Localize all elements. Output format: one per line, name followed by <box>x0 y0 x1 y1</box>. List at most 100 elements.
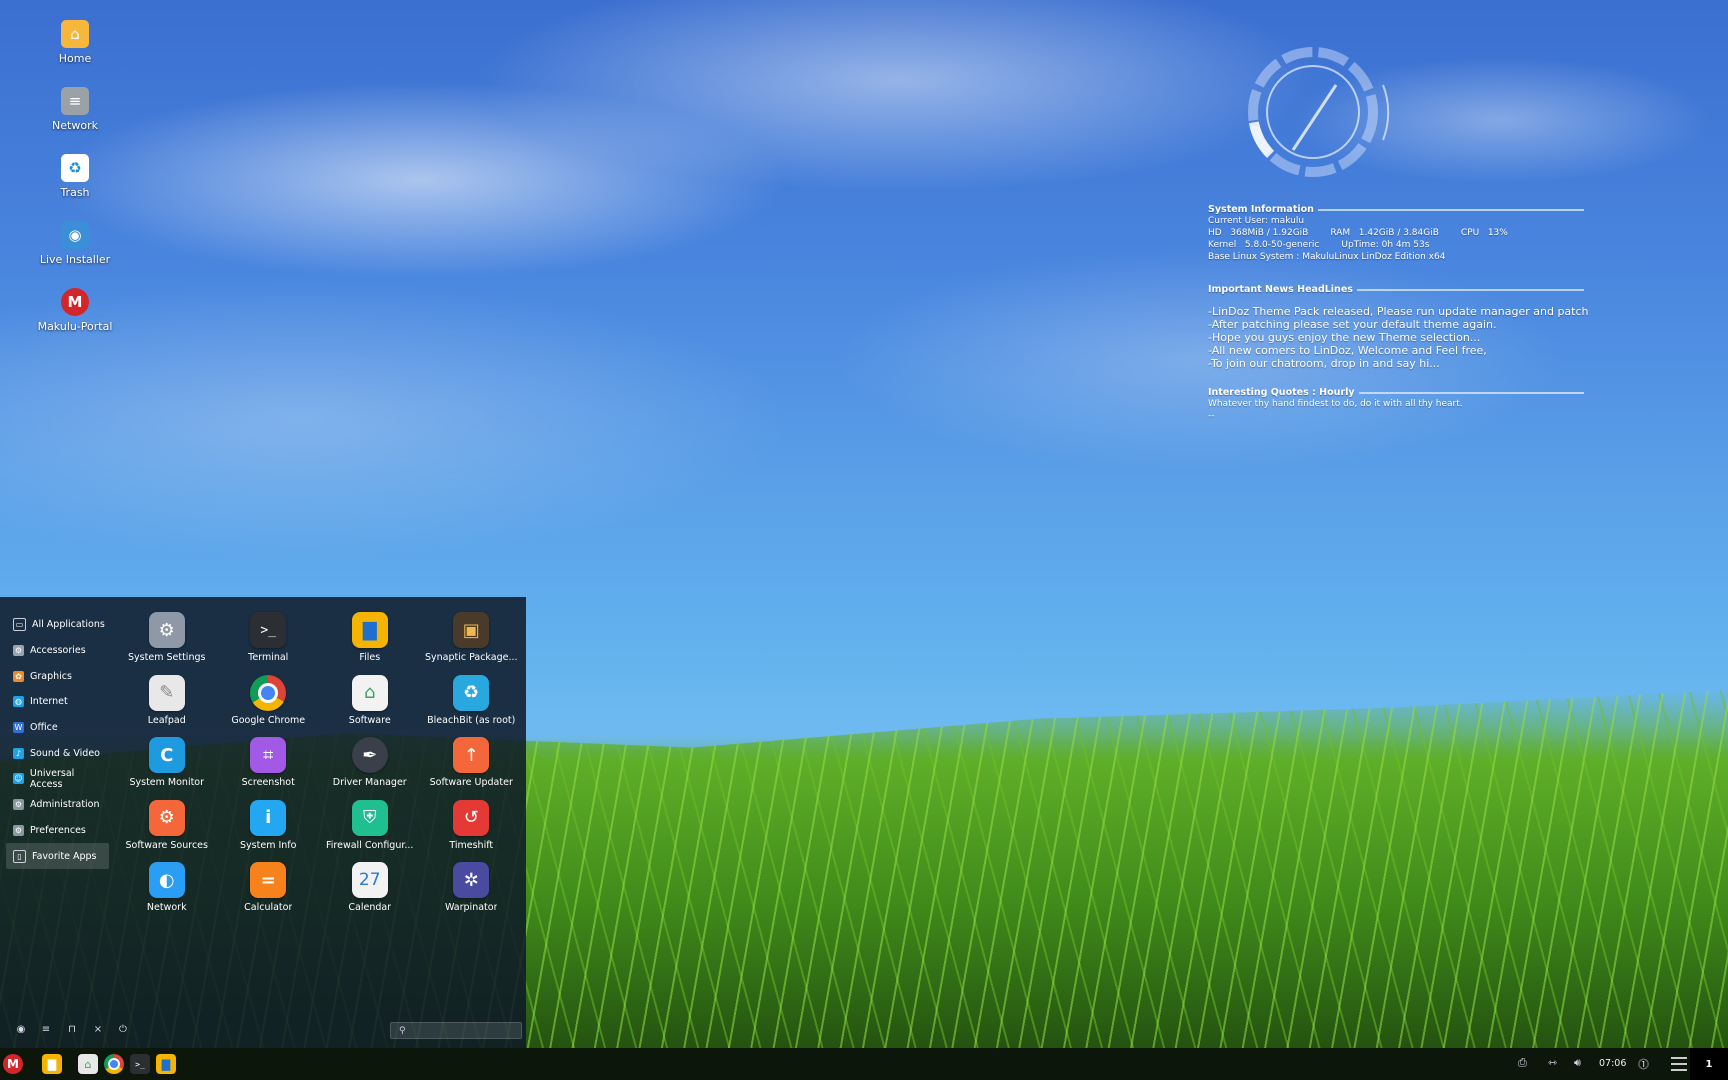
accessories-icon: ⚙ <box>13 645 24 657</box>
news-item: -All new comers to LinDoz, Welcome and F… <box>1208 344 1487 357</box>
timeshift-icon: ↺ <box>453 799 490 836</box>
calculator-icon: = <box>250 862 287 899</box>
menu-settings-button[interactable]: ≡ <box>38 1021 54 1037</box>
app-leafpad[interactable]: ✎ Leafpad <box>116 674 218 738</box>
category-label: Preferences <box>30 824 86 836</box>
category-internet[interactable]: ◍ Internet <box>6 689 109 715</box>
calendar-icon: 27 <box>351 862 388 899</box>
ram-value: 1.42GiB / 3.84GiB <box>1358 228 1439 238</box>
app-label: System Info <box>240 839 297 851</box>
cpu-label: CPU <box>1460 228 1480 238</box>
quote-text: Whatever thy hand findest to do, do it w… <box>1208 399 1463 409</box>
app-firewall[interactable]: ⛨ Firewall Configur... <box>319 799 421 863</box>
taskbar-files-button[interactable]: ▇ <box>42 1054 62 1074</box>
app-driver-manager[interactable]: ✒ Driver Manager <box>319 737 421 800</box>
bleachbit-icon: ♻ <box>453 674 490 711</box>
desktop-icon-live-installer[interactable]: ◉ Live Installer <box>30 221 120 288</box>
app-system-monitor[interactable]: C System Monitor <box>116 737 218 800</box>
user-account-button[interactable]: ◉ <box>13 1021 29 1037</box>
desktop-icons: ⌂ Home ≡ Network ♻ Trash ◉ Live Installe… <box>30 20 120 355</box>
category-administration[interactable]: ⚙ Administration <box>6 792 109 818</box>
app-calculator[interactable]: = Calculator <box>218 862 320 925</box>
app-system-settings[interactable]: ⚙ System Settings <box>116 612 218 675</box>
system-info-section: System Information Current User: makulu … <box>1208 204 1584 263</box>
desktop-icon-makulu-portal[interactable]: M Makulu-Portal <box>30 288 120 355</box>
app-terminal[interactable]: >_ Terminal <box>218 612 320 675</box>
category-label: Administration <box>30 799 100 811</box>
quotes-title: Interesting Quotes : Hourly <box>1208 387 1355 398</box>
desktop-icon-label: Network <box>52 119 98 132</box>
category-sound-video[interactable]: ♪ Sound & Video <box>6 740 109 766</box>
category-office[interactable]: W Office <box>6 715 109 741</box>
cpu-gauge-fill <box>1248 121 1275 158</box>
desktop-icon-label: Live Installer <box>39 253 111 266</box>
app-bleachbit[interactable]: ♻ BleachBit (as root) <box>421 674 523 738</box>
category-universal-access[interactable]: ☺ Universal Access <box>6 766 109 792</box>
desktop-icon-network[interactable]: ≡ Network <box>30 87 120 154</box>
power-button[interactable]: ⏻ <box>115 1021 131 1037</box>
printer-icon: ⎙ <box>1518 1056 1527 1069</box>
app-files[interactable]: ▇ Files <box>319 612 421 675</box>
app-calendar[interactable]: 27 Calendar <box>319 862 421 925</box>
app-label: Calculator <box>244 902 293 914</box>
info-icon: i <box>250 799 287 836</box>
news-heading: Important News HeadLines <box>1208 284 1584 295</box>
app-software-sources[interactable]: ⚙ Software Sources <box>116 799 218 863</box>
taskbar-files-button-2[interactable]: ▇ <box>156 1054 176 1074</box>
quotes-heading: Interesting Quotes : Hourly <box>1208 387 1584 398</box>
preferences-icon: ⚙ <box>13 824 24 836</box>
app-screenshot[interactable]: ⌗ Screenshot <box>218 737 320 800</box>
home-folder-icon: ⌂ <box>61 20 89 48</box>
tray-printer-button[interactable]: ⎙ <box>1518 1056 1527 1070</box>
app-label: Synaptic Package... <box>424 652 518 663</box>
desktop-icon-home[interactable]: ⌂ Home <box>30 20 120 87</box>
menu-footer: ◉ ≡ ⊓ × ⏻ ⚲ <box>0 1021 526 1039</box>
tray-volume-button[interactable]: 🔊︎ <box>1574 1056 1581 1070</box>
app-google-chrome[interactable]: Google Chrome <box>218 674 320 738</box>
tray-network-button[interactable]: ⇿ <box>1548 1056 1557 1069</box>
logout-button[interactable]: × <box>90 1021 106 1037</box>
search-input[interactable] <box>409 1025 510 1036</box>
category-all-applications[interactable]: ▭ All Applications <box>6 612 109 638</box>
desktop-icon-trash[interactable]: ♻ Trash <box>30 154 120 221</box>
app-network[interactable]: ◐ Network <box>116 862 218 925</box>
uptime: UpTime: 0h 4m 53s <box>1341 240 1430 250</box>
menu-search[interactable]: ⚲ <box>390 1022 522 1039</box>
taskbar-software-button[interactable]: ⌂ <box>78 1054 98 1074</box>
lock-screen-button[interactable]: ⊓ <box>64 1021 80 1037</box>
taskbar-terminal-button[interactable]: >_ <box>130 1054 150 1074</box>
resource-line: HD 368MiB / 1.92GiB RAM 1.42GiB / 3.84GiB… <box>1208 227 1584 239</box>
category-accessories[interactable]: ⚙ Accessories <box>6 638 109 664</box>
search-icon: ⚲ <box>399 1025 406 1036</box>
graphics-icon: ✿ <box>13 670 24 682</box>
app-label: System Monitor <box>129 777 205 789</box>
tray-menu-button[interactable] <box>1671 1057 1687 1071</box>
app-software-updater[interactable]: ↑ Software Updater <box>421 737 523 800</box>
taskbar: M ▇ ⌂ >_ ▇ ⎙ ⇿ 🔊︎ 07:06 ⓵ 1 <box>0 1048 1728 1080</box>
category-favorite-apps[interactable]: ▯ Favorite Apps <box>6 843 109 869</box>
tray-accessibility-button[interactable]: ⓵ <box>1638 1056 1649 1072</box>
clock[interactable]: 07:06 <box>1599 1058 1626 1069</box>
app-system-info[interactable]: i System Info <box>218 799 320 863</box>
news-item: -To join our chatroom, drop in and say h… <box>1208 357 1440 370</box>
app-software[interactable]: ⌂ Software <box>319 674 421 738</box>
news-item: -After patching please set your default … <box>1208 318 1497 331</box>
workspace-switcher[interactable]: 1 <box>1690 1048 1728 1080</box>
app-warpinator[interactable]: ✲ Warpinator <box>421 862 523 925</box>
category-preferences[interactable]: ⚙ Preferences <box>6 818 109 844</box>
taskbar-chrome-button[interactable] <box>104 1054 124 1074</box>
news-section: Important News HeadLines -LinDoz Theme P… <box>1208 284 1589 370</box>
start-menu-button[interactable]: M <box>3 1054 23 1074</box>
system-info-title: System Information <box>1208 204 1314 215</box>
network-icon: ≡ <box>61 87 89 115</box>
universal-access-icon: ☺ <box>13 773 24 785</box>
app-synaptic[interactable]: ▣ Synaptic Package... <box>421 612 523 675</box>
app-timeshift[interactable]: ↺ Timeshift <box>421 799 523 863</box>
app-label: Calendar <box>348 902 392 914</box>
network-globe-icon: ◐ <box>148 862 185 899</box>
makulu-logo-icon: M <box>7 1057 19 1071</box>
makulu-logo-icon: M <box>61 288 89 316</box>
category-graphics[interactable]: ✿ Graphics <box>6 663 109 689</box>
category-label: Internet <box>30 696 68 708</box>
quotes-section: Interesting Quotes : Hourly Whatever thy… <box>1208 387 1584 422</box>
